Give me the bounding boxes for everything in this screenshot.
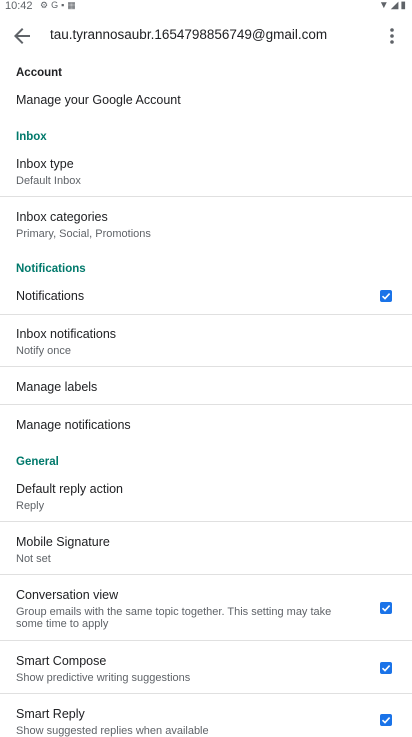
default-reply-action-label: Default reply action bbox=[16, 482, 124, 496]
manage-labels-label: Manage labels bbox=[16, 380, 98, 394]
manage-google-account-item[interactable]: Manage your Google Account bbox=[16, 93, 396, 107]
smart-reply-checkbox[interactable] bbox=[380, 714, 392, 726]
settings-gear-icon: ⚙ bbox=[40, 0, 52, 10]
inbox-notifications-label: Inbox notifications bbox=[16, 327, 117, 341]
mobile-signature-item[interactable]: Mobile Signature Not set bbox=[16, 535, 396, 565]
divider bbox=[0, 574, 412, 575]
divider bbox=[0, 366, 412, 367]
default-reply-action-value: Reply bbox=[16, 500, 45, 512]
google-g-icon: G bbox=[51, 0, 62, 10]
conversation-view-label: Conversation view bbox=[16, 588, 119, 602]
inbox-type-value: Default Inbox bbox=[16, 175, 81, 187]
divider bbox=[0, 640, 412, 641]
smart-compose-checkbox[interactable] bbox=[380, 662, 392, 674]
manage-google-account-label: Manage your Google Account bbox=[16, 93, 181, 107]
notifications-item[interactable]: Notifications bbox=[16, 289, 396, 303]
notifications-checkbox[interactable] bbox=[380, 290, 392, 302]
back-arrow-icon[interactable] bbox=[10, 24, 34, 48]
smart-reply-label: Smart Reply bbox=[16, 707, 85, 721]
status-left-icons: ⚙G▪▦ bbox=[40, 0, 79, 11]
section-account-header: Account bbox=[16, 67, 62, 79]
divider bbox=[0, 196, 412, 197]
more-options-icon[interactable] bbox=[382, 24, 402, 48]
manage-notifications-item[interactable]: Manage notifications bbox=[16, 418, 396, 432]
section-notifications-header: Notifications bbox=[16, 263, 86, 275]
status-bar: 10:42 ⚙G▪▦ ▼◢▮ bbox=[0, 0, 412, 14]
conversation-view-description: Group emails with the same topic togethe… bbox=[16, 606, 332, 630]
page-title: tau.tyrannosaubr.1654798856749@gmail.com bbox=[50, 27, 328, 42]
smart-compose-description: Show predictive writing suggestions bbox=[16, 672, 191, 684]
default-reply-action-item[interactable]: Default reply action Reply bbox=[16, 482, 396, 512]
inbox-type-label: Inbox type bbox=[16, 157, 74, 171]
mobile-signature-value: Not set bbox=[16, 553, 51, 565]
inbox-categories-label: Inbox categories bbox=[16, 210, 108, 224]
divider bbox=[0, 404, 412, 405]
manage-labels-item[interactable]: Manage labels bbox=[16, 380, 396, 394]
divider bbox=[0, 314, 412, 315]
section-inbox-header: Inbox bbox=[16, 131, 47, 143]
conversation-view-item[interactable]: Conversation view Group emails with the … bbox=[16, 588, 354, 630]
mobile-signature-label: Mobile Signature bbox=[16, 535, 110, 549]
status-right-icons: ▼◢▮ bbox=[379, 0, 408, 11]
smart-compose-label: Smart Compose bbox=[16, 654, 107, 668]
inbox-type-item[interactable]: Inbox type Default Inbox bbox=[16, 157, 396, 187]
inbox-notifications-value: Notify once bbox=[16, 345, 72, 357]
divider bbox=[0, 693, 412, 694]
manage-notifications-label: Manage notifications bbox=[16, 418, 131, 432]
wifi-icon: ▼ bbox=[378, 0, 391, 11]
conversation-view-checkbox[interactable] bbox=[380, 602, 392, 614]
smart-compose-item[interactable]: Smart Compose Show predictive writing su… bbox=[16, 654, 354, 684]
calendar-icon: ▦ bbox=[67, 0, 79, 10]
smart-reply-description: Show suggested replies when available bbox=[16, 725, 209, 737]
app-bar: tau.tyrannosaubr.1654798856749@gmail.com bbox=[0, 14, 412, 56]
inbox-categories-value: Primary, Social, Promotions bbox=[16, 228, 151, 240]
section-general-header: General bbox=[16, 456, 59, 468]
inbox-notifications-item[interactable]: Inbox notifications Notify once bbox=[16, 327, 396, 357]
divider bbox=[0, 521, 412, 522]
notifications-label: Notifications bbox=[16, 289, 85, 303]
inbox-categories-item[interactable]: Inbox categories Primary, Social, Promot… bbox=[16, 210, 396, 240]
battery-icon: ▮ bbox=[400, 0, 408, 11]
smart-reply-item[interactable]: Smart Reply Show suggested replies when … bbox=[16, 707, 354, 737]
status-time: 10:42 bbox=[5, 0, 33, 12]
